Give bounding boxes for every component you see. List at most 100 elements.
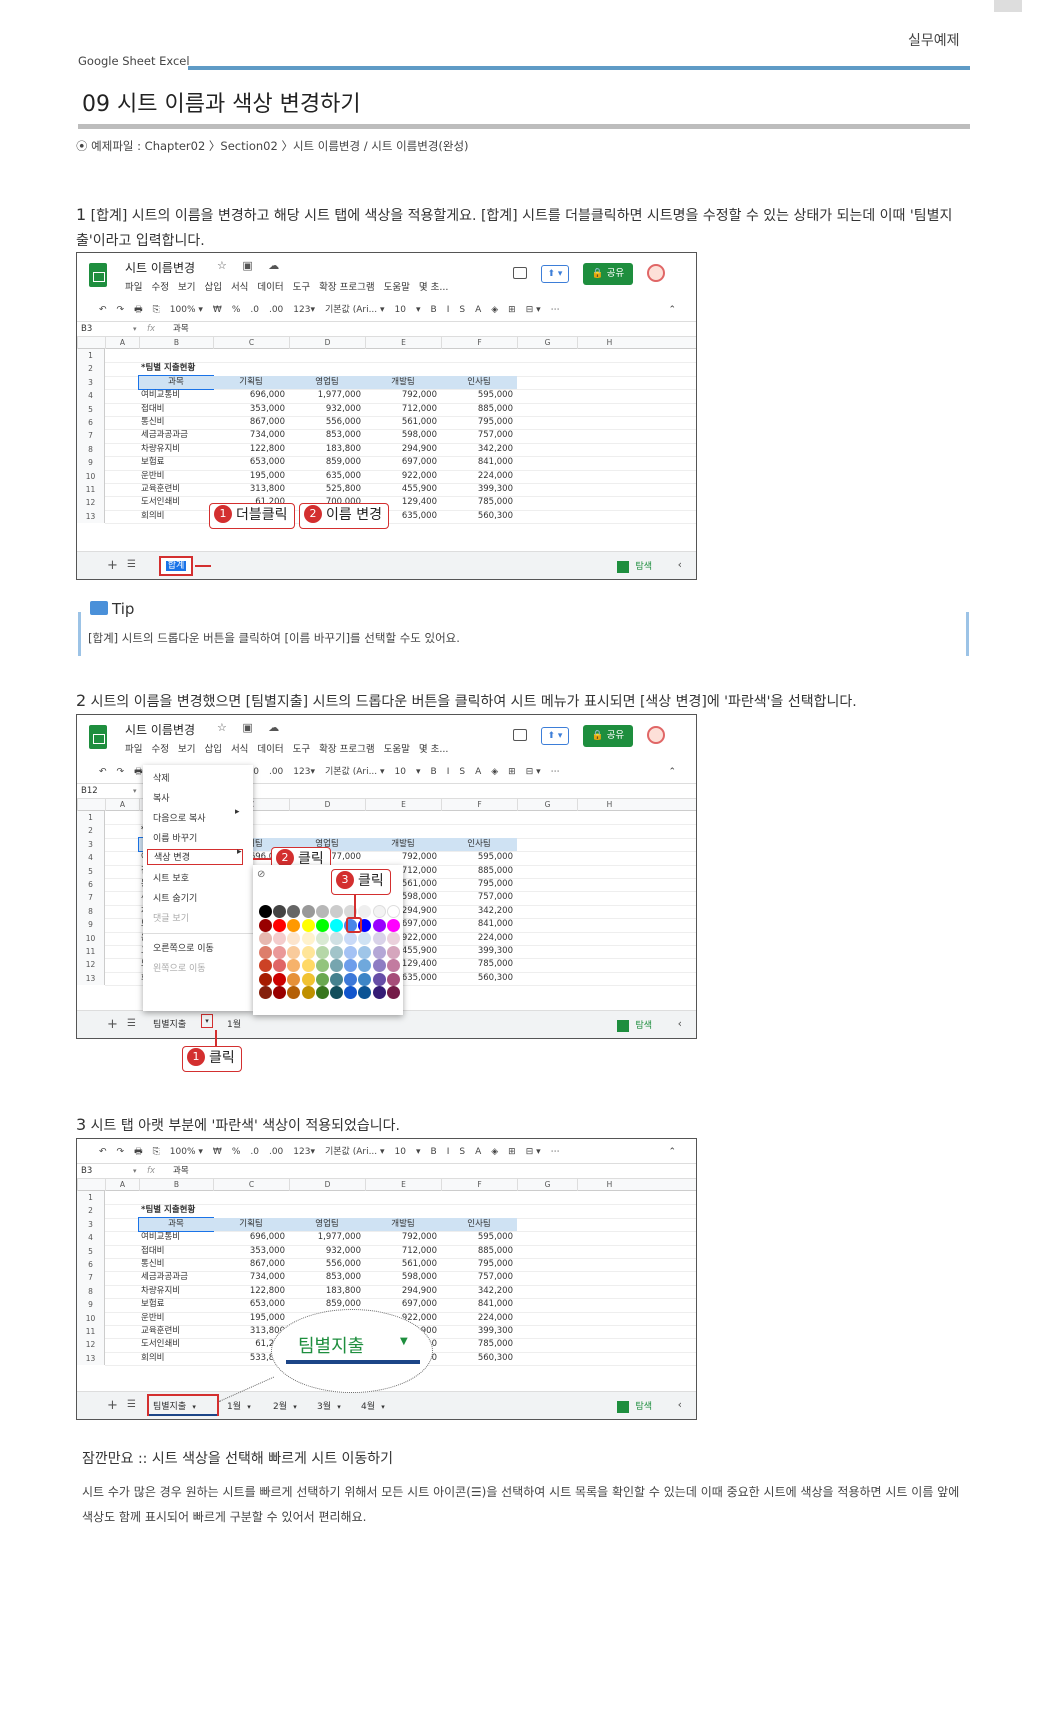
- toolbar-button[interactable]: ⎘: [153, 1147, 160, 1157]
- context-menu-item[interactable]: 색상 변경: [147, 849, 243, 865]
- add-sheet-icon[interactable]: +: [107, 558, 118, 573]
- color-swatch[interactable]: [358, 959, 372, 972]
- table-header-cell[interactable]: 인사팀: [441, 1217, 517, 1231]
- explore-button[interactable]: 탐색: [617, 1399, 652, 1413]
- toolbar-button[interactable]: ↶: [99, 305, 107, 315]
- column-header[interactable]: D: [289, 337, 365, 349]
- all-sheets-icon[interactable]: ☰: [127, 1399, 136, 1410]
- table-cell[interactable]: 차량유지비: [141, 1285, 209, 1298]
- toolbar-button[interactable]: %: [232, 1147, 241, 1157]
- table-cell[interactable]: 696,000: [215, 389, 285, 402]
- color-swatch[interactable]: [301, 959, 315, 972]
- table-cell[interactable]: 922,000: [367, 470, 437, 483]
- table-cell[interactable]: 885,000: [443, 403, 513, 416]
- row-header[interactable]: 1: [77, 811, 105, 825]
- row-header[interactable]: 5: [77, 402, 105, 416]
- table-cell[interactable]: 세금과공과금: [141, 1271, 209, 1284]
- table-cell[interactable]: 342,200: [443, 443, 513, 456]
- comment-icon[interactable]: [513, 729, 527, 741]
- color-swatch[interactable]: [386, 986, 400, 999]
- table-cell[interactable]: 접대비: [141, 1245, 209, 1258]
- color-swatch[interactable]: [386, 972, 400, 986]
- table-cell[interactable]: 보험료: [141, 456, 209, 469]
- menu-item[interactable]: 파일: [125, 282, 142, 293]
- table-header-cell[interactable]: 기획팀: [213, 1217, 289, 1231]
- all-sheets-icon[interactable]: ☰: [127, 1018, 136, 1029]
- table-header-cell[interactable]: 과목: [138, 374, 214, 390]
- table-cell[interactable]: 867,000: [215, 1258, 285, 1271]
- toolbar-button[interactable]: B: [431, 1147, 437, 1157]
- row-header[interactable]: 4: [77, 389, 105, 403]
- color-swatch[interactable]: [287, 945, 301, 959]
- menu-item[interactable]: 보기: [178, 744, 195, 755]
- sheet-tab[interactable]: 2월 ▾: [273, 1399, 297, 1412]
- row-header[interactable]: 9: [77, 456, 105, 470]
- table-header-cell[interactable]: 기획팀: [213, 375, 289, 389]
- menu-item[interactable]: 삽입: [204, 282, 221, 293]
- table-cell[interactable]: 차량유지비: [141, 443, 209, 456]
- present-icon[interactable]: ⬆ ▾: [541, 265, 569, 283]
- share-button[interactable]: 🔒 공유: [583, 263, 633, 285]
- avatar[interactable]: [647, 264, 665, 282]
- table-cell[interactable]: 595,000: [443, 389, 513, 402]
- toolbar-button[interactable]: ⊞: [508, 1147, 516, 1157]
- collapse-panel-icon[interactable]: ‹: [678, 558, 682, 571]
- menu-item[interactable]: 서식: [231, 282, 248, 293]
- color-swatch[interactable]: [372, 945, 386, 959]
- row-header[interactable]: 3: [77, 375, 105, 390]
- color-swatch[interactable]: [386, 959, 400, 972]
- name-box[interactable]: B3: [81, 1164, 92, 1178]
- color-swatch[interactable]: [273, 932, 287, 945]
- row-header[interactable]: 2: [77, 824, 105, 838]
- table-header-cell[interactable]: 영업팀: [289, 1217, 365, 1231]
- menu-item[interactable]: 수정: [151, 744, 168, 755]
- color-swatch[interactable]: [301, 986, 315, 999]
- table-cell[interactable]: 795,000: [443, 416, 513, 429]
- collapse-icon[interactable]: ⌃: [668, 1141, 676, 1163]
- table-cell[interactable]: 697,000: [367, 456, 437, 469]
- color-swatch[interactable]: [315, 972, 329, 986]
- row-header[interactable]: 3: [77, 1217, 105, 1232]
- table-cell[interactable]: 712,000: [367, 1245, 437, 1258]
- color-swatch[interactable]: [344, 945, 358, 959]
- table-cell[interactable]: 여비교통비: [141, 389, 209, 402]
- table-cell[interactable]: 회의비: [141, 510, 209, 523]
- table-cell[interactable]: 195,000: [215, 470, 285, 483]
- explore-button[interactable]: 탐색: [617, 1018, 652, 1032]
- toolbar-button[interactable]: ₩: [213, 1147, 222, 1157]
- color-swatch[interactable]: [315, 986, 329, 999]
- toolbar-button[interactable]: ⊞: [508, 305, 516, 315]
- color-swatch[interactable]: [273, 918, 287, 932]
- dropdown-icon[interactable]: ▾: [133, 1164, 137, 1178]
- menu-item[interactable]: 확장 프로그램: [319, 744, 374, 755]
- color-swatch[interactable]: [330, 905, 343, 918]
- toolbar-button[interactable]: ◈: [491, 767, 498, 777]
- formula-value[interactable]: 과목: [173, 322, 189, 336]
- menu-item[interactable]: 삽입: [204, 744, 221, 755]
- row-header[interactable]: 6: [77, 878, 105, 892]
- color-swatch[interactable]: [259, 972, 272, 986]
- table-cell[interactable]: 653,000: [215, 456, 285, 469]
- table-cell[interactable]: 313,800: [215, 1325, 285, 1338]
- table-cell[interactable]: 595,000: [443, 1231, 513, 1244]
- color-swatch[interactable]: [344, 972, 358, 986]
- toolbar-button[interactable]: ₩: [213, 305, 222, 315]
- table-cell[interactable]: 195,000: [215, 1312, 285, 1325]
- table-cell[interactable]: 342,200: [443, 905, 513, 918]
- row-header[interactable]: 6: [77, 1258, 105, 1272]
- table-cell[interactable]: 122,800: [215, 443, 285, 456]
- toolbar-button[interactable]: ↶: [99, 1147, 107, 1157]
- table-cell[interactable]: 교육훈련비: [141, 1325, 209, 1338]
- color-swatch[interactable]: [301, 932, 315, 945]
- formula-value[interactable]: 과목: [173, 1164, 189, 1178]
- toolbar-button[interactable]: A: [475, 1147, 481, 1157]
- row-header[interactable]: 10: [77, 931, 105, 945]
- row-header[interactable]: 13: [77, 971, 105, 986]
- toolbar-button[interactable]: B: [431, 305, 437, 315]
- table-cell[interactable]: 841,000: [443, 456, 513, 469]
- row-header[interactable]: 4: [77, 851, 105, 865]
- toolbar-button[interactable]: ◈: [491, 1147, 498, 1157]
- table-cell[interactable]: 183,800: [291, 443, 361, 456]
- menu-item[interactable]: 몇 초...: [419, 744, 449, 755]
- column-header[interactable]: H: [577, 799, 641, 811]
